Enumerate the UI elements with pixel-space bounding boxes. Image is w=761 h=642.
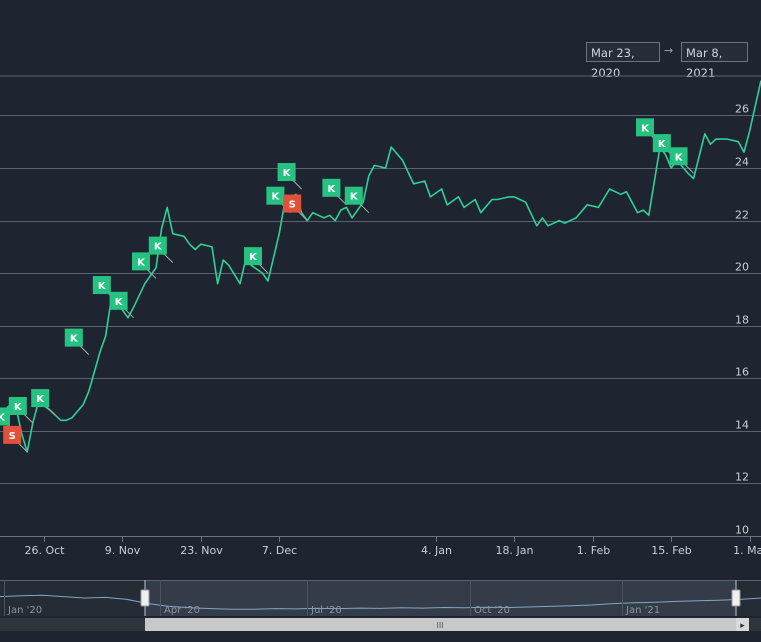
flag-label: K — [70, 334, 79, 345]
y-tick-label: 12 — [735, 471, 749, 484]
x-tick-label: 18. Jan — [496, 544, 534, 557]
x-tick-label: 26. Oct — [24, 544, 65, 557]
flag-label: K — [641, 123, 650, 134]
y-tick-label: 24 — [735, 156, 749, 169]
price-series — [4, 80, 761, 453]
flag-label: K — [658, 139, 667, 150]
flag-marker: K — [64, 328, 90, 355]
flag-label: K — [283, 168, 292, 179]
navigator-label: Oct '20 — [474, 605, 510, 616]
flag-label: K — [249, 252, 258, 263]
flag-label: K — [137, 257, 146, 268]
flag-marker: K — [148, 236, 174, 263]
x-tick-label: 1. Feb — [577, 544, 610, 557]
y-tick-label: 18 — [735, 314, 749, 327]
flag-marker: K — [669, 147, 694, 174]
flag-marker: K — [322, 178, 347, 206]
flag-marker: K — [8, 396, 34, 424]
x-tick-label: 4. Jan — [421, 544, 452, 557]
x-tick-label: 1. Mar — [733, 544, 761, 557]
navigator-label: Jan '21 — [625, 605, 660, 616]
flag-marker: K — [109, 291, 134, 319]
stock-chart[interactable]: 10 12 14 16 18 20 22 24 26 26. Oct 9. Nov 23. Nov 7… — [0, 0, 761, 642]
y-tick-label: 14 — [735, 419, 749, 432]
x-tick-label: 9. Nov — [105, 544, 141, 557]
navigator-label: Jan '20 — [7, 605, 42, 616]
flag-label: K — [675, 152, 684, 163]
x-tick-label: 15. Feb — [651, 544, 691, 557]
flag-label: K — [14, 402, 23, 413]
flag-label: K — [36, 394, 45, 405]
navigator[interactable]: Jan '20 Apr '20 Jul '20 Oct '20 Jan '21 III ▸ — [0, 580, 761, 631]
flag-label: S — [9, 431, 16, 442]
scroll-right-arrow-icon: ▸ — [740, 621, 745, 631]
y-tick-label: 20 — [735, 261, 749, 274]
flag-label: S — [289, 200, 296, 211]
flag-marker: K — [31, 389, 56, 416]
navigator-label: Apr '20 — [164, 605, 200, 616]
y-tick-label: 16 — [735, 366, 749, 379]
y-tick-label: 10 — [735, 524, 749, 537]
x-axis: 26. Oct 9. Nov 23. Nov 7. Dec 4. Jan 18. Jan 1… — [0, 536, 761, 557]
navigator-label: Jul '20 — [310, 605, 342, 616]
flag-label: K — [328, 184, 337, 195]
flag-label: K — [154, 242, 163, 253]
x-tick-label: 23. Nov — [180, 544, 223, 557]
scrollbar-grip-icon: III — [436, 621, 443, 630]
x-tick-label: 7. Dec — [262, 544, 297, 557]
flag-marker: K — [277, 163, 302, 190]
y-tick-label: 26 — [735, 103, 749, 116]
y-axis-labels: 10 12 14 16 18 20 22 24 26 — [735, 103, 749, 537]
flag-label: K — [350, 192, 359, 203]
flag-label: K — [115, 297, 124, 308]
navigator-handle[interactable] — [731, 589, 741, 607]
flag-label: K — [98, 281, 107, 292]
flag-marker: K — [132, 252, 157, 279]
flag-label: K — [272, 192, 281, 203]
flag-marker: S — [283, 194, 308, 221]
price-line — [4, 80, 761, 453]
y-tick-label: 22 — [735, 209, 749, 222]
navigator-handle[interactable] — [140, 589, 150, 607]
